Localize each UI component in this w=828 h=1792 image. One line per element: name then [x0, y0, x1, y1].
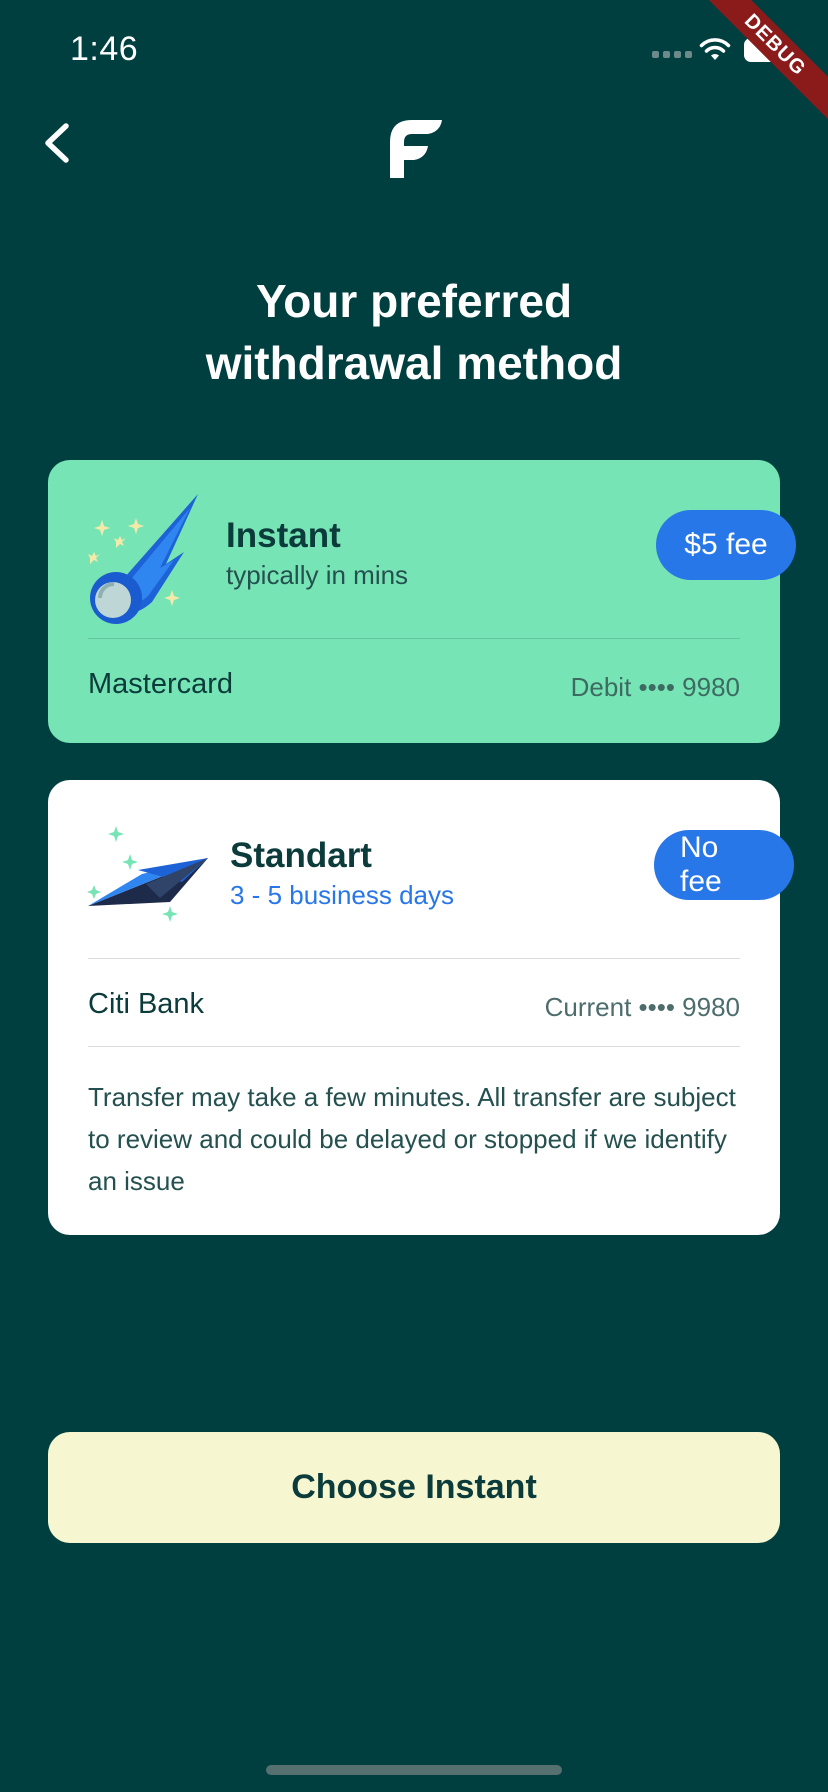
account-detail: Debit •••• 9980 [570, 672, 740, 702]
fee-badge: No fee [654, 830, 794, 900]
comet-icon [88, 494, 198, 624]
fee-badge: $5 fee [656, 510, 796, 580]
home-indicator[interactable] [266, 1765, 562, 1775]
card-divider [88, 1046, 740, 1047]
option-subtitle: typically in mins [226, 560, 409, 590]
page-title: Your preferred withdrawal method [0, 270, 828, 394]
status-bar: 1:46 DEBUG [0, 0, 828, 123]
account-name: Citi Bank [88, 988, 205, 1020]
back-button[interactable] [38, 118, 78, 168]
account-detail: Current •••• 9980 [544, 992, 740, 1022]
cellular-signal-icon [652, 51, 692, 58]
wifi-icon [699, 38, 731, 60]
instant-option-card[interactable]: Instant typically in mins $5 fee Masterc… [48, 460, 796, 743]
page-title-line-1: Your preferred [255, 275, 573, 327]
account-name: Mastercard [88, 668, 234, 700]
option-name: Instant [226, 516, 341, 555]
card-divider [88, 958, 740, 959]
brand-logo-icon [390, 120, 442, 178]
option-name: Standart [230, 836, 372, 875]
option-subtitle: 3 - 5 business days [230, 880, 455, 910]
paper-plane-icon [87, 826, 208, 922]
choose-instant-button[interactable]: Choose Instant [48, 1432, 780, 1543]
status-time: 1:46 [70, 30, 139, 68]
standard-option-card[interactable]: Standart 3 - 5 business days No fee Citi… [48, 780, 794, 1235]
page-title-line-2: withdrawal method [205, 337, 623, 389]
transfer-disclaimer: Transfer may take a few minutes. All tra… [88, 1082, 736, 1196]
card-divider [88, 638, 740, 639]
